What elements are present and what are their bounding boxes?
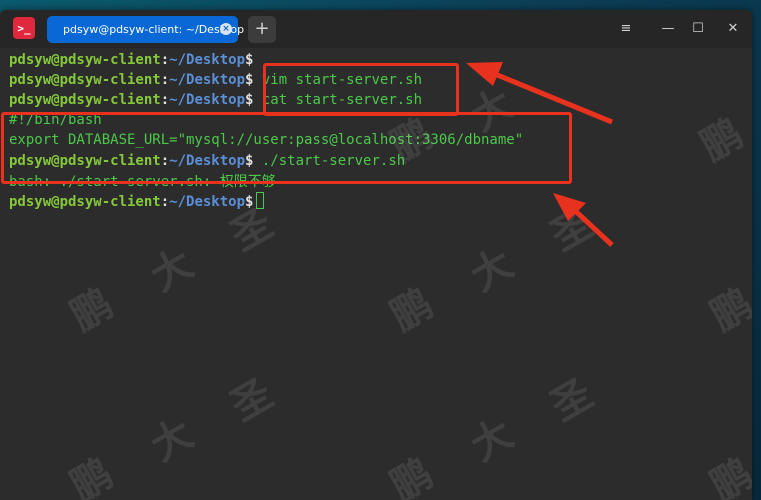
maximize-icon[interactable]: ☐: [688, 19, 708, 39]
terminal-output-line: bash: ./start-server.sh: 权限不够: [9, 174, 276, 190]
terminal-line: pdsyw@pdsyw-client:~/Desktop$: [9, 50, 253, 70]
prompt-user: pdsyw@pdsyw-client: [9, 194, 161, 210]
watermark-char: 鹏: [63, 280, 121, 341]
close-tab-icon[interactable]: ×: [220, 23, 232, 35]
watermark-char: 圣: [543, 200, 601, 261]
terminal-line: pdsyw@pdsyw-client:~/Desktop$: [9, 192, 265, 212]
watermark-char: 大: [463, 410, 521, 471]
prompt-dollar: $: [245, 52, 254, 68]
prompt-dollar: $: [245, 194, 254, 210]
terminal-output-line: export DATABASE_URL="mysql://user:pass@l…: [9, 132, 524, 148]
prompt-path: ~/Desktop: [169, 52, 246, 68]
terminal-output-line: #!/bin/bash: [9, 112, 102, 128]
terminal-line: pdsyw@pdsyw-client:~/Desktop$ ./start-se…: [9, 151, 405, 171]
prompt-path: ~/Desktop: [169, 72, 246, 88]
prompt-colon: :: [160, 52, 170, 68]
prompt-colon: :: [160, 194, 170, 210]
prompt-path: ~/Desktop: [169, 194, 246, 210]
terminal-output-area[interactable]: pdsyw@pdsyw-client:~/Desktop$ pdsyw@pdsy…: [0, 48, 752, 500]
terminal-window: >_ pdsyw@pdsyw-client: ~/Desktop × + ≡ —…: [0, 10, 752, 500]
prompt-colon: :: [160, 153, 170, 169]
command-text: cat start-server.sh: [253, 92, 423, 108]
watermark-char: 鹏: [383, 450, 441, 500]
title-bar: >_ pdsyw@pdsyw-client: ~/Desktop × + ≡ —…: [0, 10, 752, 48]
prompt-user: pdsyw@pdsyw-client: [9, 52, 161, 68]
menu-icon[interactable]: ≡: [616, 19, 636, 39]
minimize-icon[interactable]: —: [658, 19, 678, 39]
tab-terminal-session[interactable]: pdsyw@pdsyw-client: ~/Desktop ×: [47, 16, 244, 43]
watermark-char: 大: [463, 240, 521, 301]
prompt-user: pdsyw@pdsyw-client: [9, 92, 161, 108]
terminal-app-icon: >_: [13, 17, 35, 39]
new-tab-button[interactable]: +: [248, 16, 276, 43]
watermark-char: 鹏: [693, 110, 751, 171]
watermark-char: 大: [143, 240, 201, 301]
prompt-path: ~/Desktop: [169, 153, 246, 169]
prompt-path: ~/Desktop: [169, 92, 246, 108]
prompt-user: pdsyw@pdsyw-client: [9, 72, 161, 88]
command-text: ./start-server.sh: [253, 153, 406, 169]
prompt-colon: :: [160, 92, 170, 108]
command-text: vim start-server.sh: [253, 72, 423, 88]
terminal-line: pdsyw@pdsyw-client:~/Desktop$ vim start-…: [9, 70, 422, 90]
watermark-char: 大: [143, 410, 201, 471]
prompt-colon: :: [160, 72, 170, 88]
close-window-icon[interactable]: ✕: [723, 19, 743, 39]
watermark-char: 鹏: [703, 450, 752, 500]
watermark-char: 圣: [543, 370, 601, 431]
watermark-char: 鹏: [703, 280, 752, 341]
tab-label: pdsyw@pdsyw-client: ~/Desktop: [63, 23, 245, 36]
watermark-char: 鹏: [63, 450, 121, 500]
text-cursor: [256, 192, 265, 209]
terminal-line: pdsyw@pdsyw-client:~/Desktop$ cat start-…: [9, 90, 422, 110]
prompt-user: pdsyw@pdsyw-client: [9, 153, 161, 169]
watermark-char: 圣: [223, 370, 281, 431]
watermark-char: 鹏: [383, 280, 441, 341]
